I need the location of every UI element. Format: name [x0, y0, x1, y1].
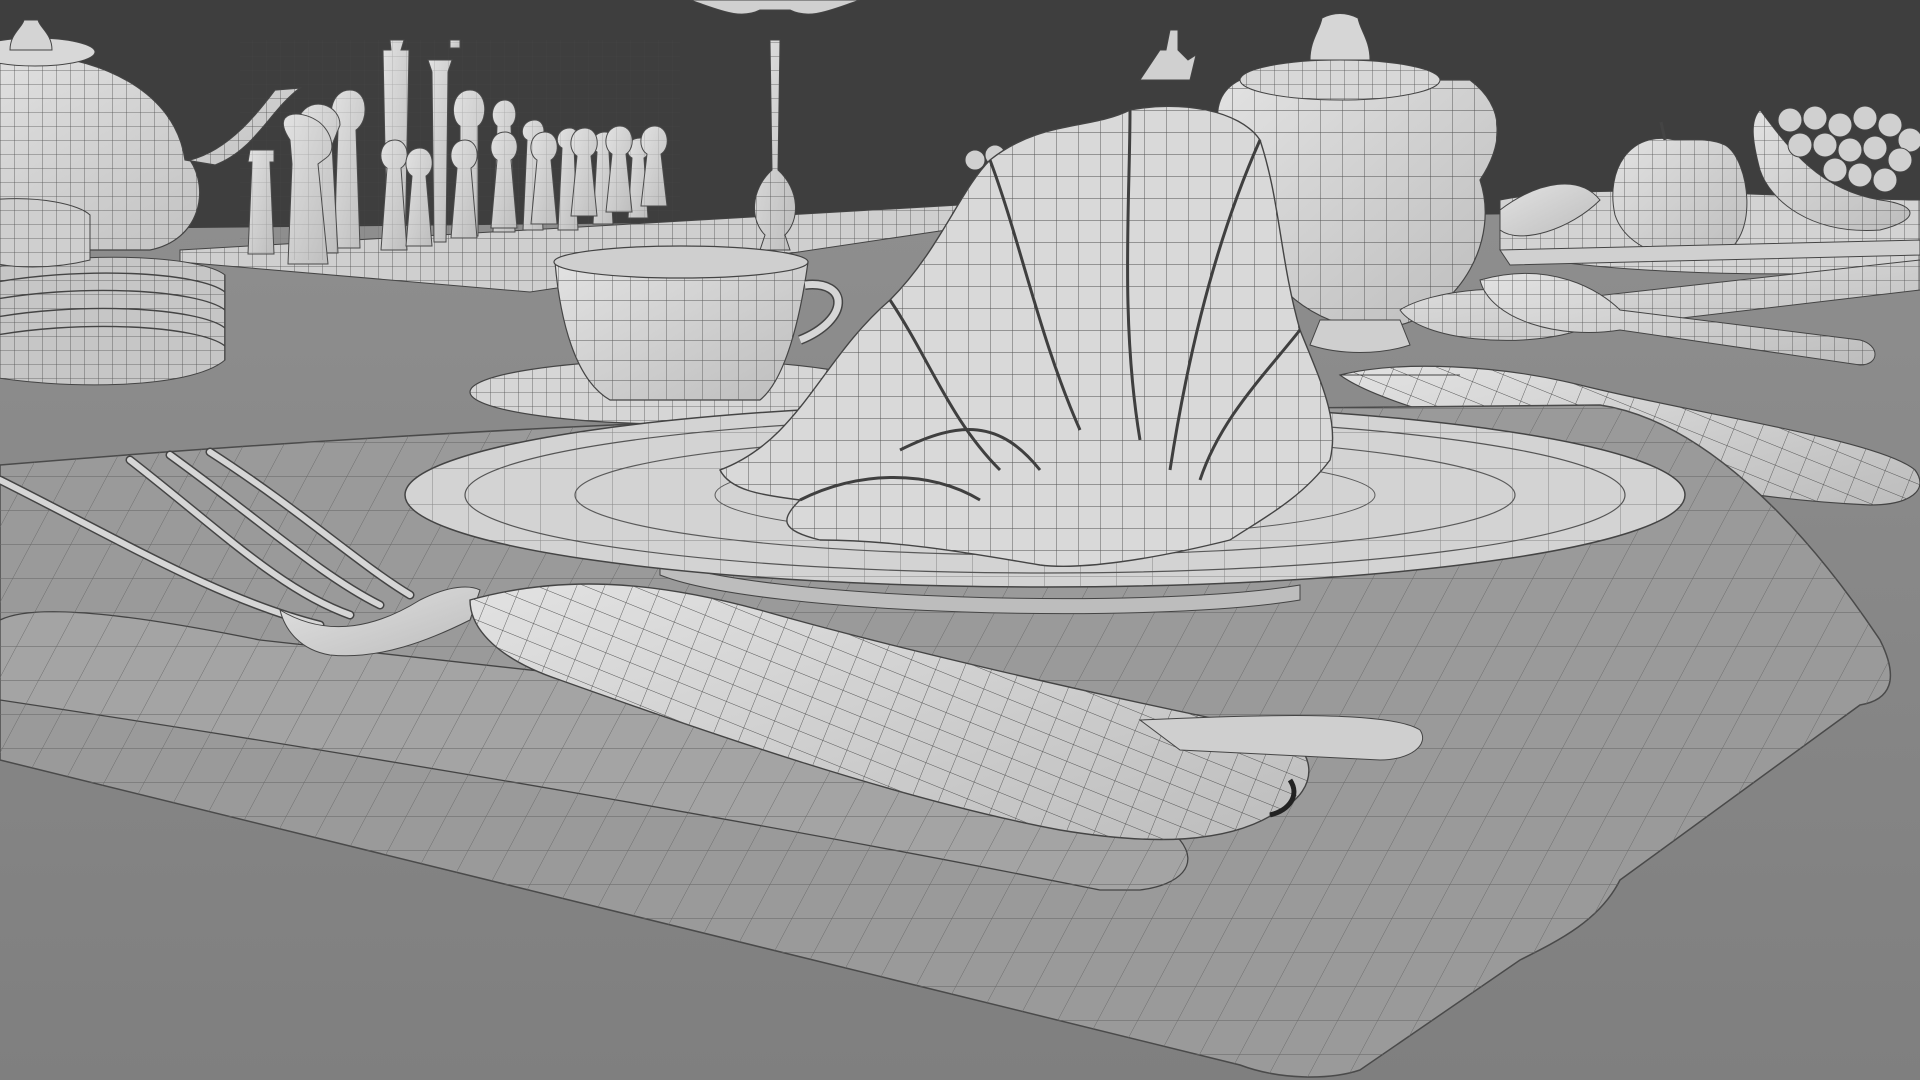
chess-pieces-wire — [240, 40, 680, 260]
3d-viewport[interactable] — [0, 0, 1920, 1080]
